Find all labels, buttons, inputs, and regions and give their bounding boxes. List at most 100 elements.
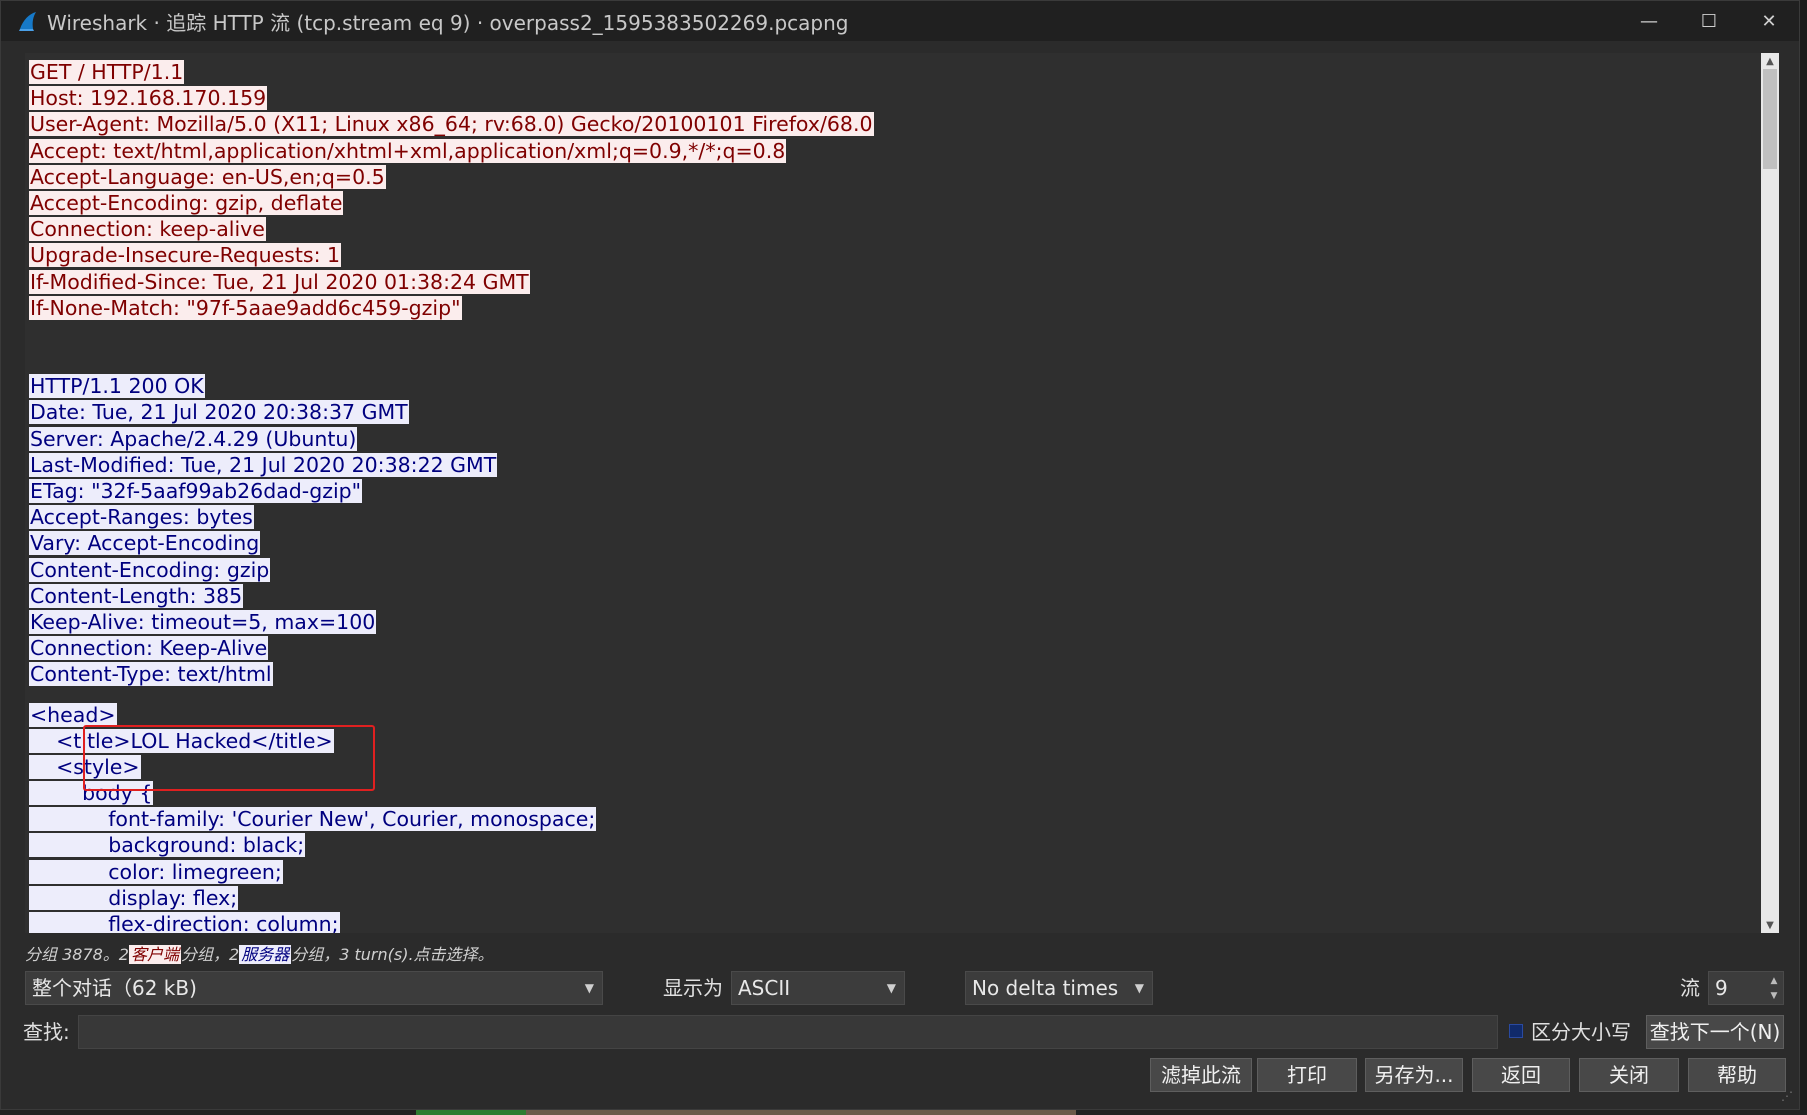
stream-line-text: Content-Encoding: gzip bbox=[29, 557, 271, 582]
stream-line[interactable]: background: black; bbox=[29, 832, 1765, 858]
stream-line[interactable]: If-None-Match: "97f-5aae9add6c459-gzip" bbox=[29, 295, 1765, 321]
stream-line[interactable]: Accept-Ranges: bytes bbox=[29, 504, 1765, 530]
minimize-icon[interactable]: — bbox=[1619, 1, 1679, 41]
delta-times-select-value: No delta times bbox=[972, 976, 1119, 1000]
conversation-select[interactable]: 整个对话（62 kB) ▼ bbox=[25, 971, 603, 1005]
save-as-button[interactable]: 另存为... bbox=[1365, 1058, 1463, 1092]
stream-line[interactable]: Keep-Alive: timeout=5, max=100 bbox=[29, 609, 1765, 635]
title-bar[interactable]: Wireshark · 追踪 HTTP 流 (tcp.stream eq 9) … bbox=[1, 1, 1799, 41]
packet-summary-status[interactable]: 分组 3878。2 客户端 分组，2 服务器 分组，3 turn(s).点击选择。 bbox=[25, 941, 494, 965]
stream-line[interactable]: Accept-Language: en-US,en;q=0.5 bbox=[29, 164, 1765, 190]
stream-line-text: Accept-Encoding: gzip, deflate bbox=[29, 190, 344, 215]
chevron-down-icon: ▼ bbox=[1134, 981, 1144, 995]
stream-number-spinbox[interactable]: 9 ▲ ▼ bbox=[1708, 971, 1784, 1005]
dialog-buttons-row: 滤掉此流 打印 另存为... 返回 关闭 帮助 bbox=[1, 1058, 1799, 1094]
help-button[interactable]: 帮助 bbox=[1688, 1058, 1786, 1092]
stream-label: 流 bbox=[1680, 976, 1700, 1000]
stream-line-text: Date: Tue, 21 Jul 2020 20:38:37 GMT bbox=[29, 400, 409, 425]
stream-content-area[interactable]: GET / HTTP/1.1 Host: 192.168.170.159 User-… bbox=[25, 53, 1765, 933]
show-as-label: 显示为 bbox=[663, 976, 723, 1000]
scrollbar-thumb[interactable] bbox=[1763, 69, 1777, 169]
stream-line[interactable]: GET / HTTP/1.1 bbox=[29, 59, 1765, 85]
stream-line-text: Connection: Keep-Alive bbox=[29, 636, 269, 661]
spin-down-icon[interactable]: ▼ bbox=[1767, 988, 1781, 1003]
stream-line-text: Host: 192.168.170.159 bbox=[29, 86, 268, 111]
stream-line[interactable]: HTTP/1.1 200 OK bbox=[29, 373, 1765, 399]
filter-out-stream-button[interactable]: 滤掉此流 bbox=[1150, 1058, 1252, 1092]
stream-line[interactable]: Content-Type: text/html bbox=[29, 661, 1765, 687]
stream-line[interactable]: Upgrade-Insecure-Requests: 1 bbox=[29, 242, 1765, 268]
background-strip bbox=[0, 1110, 1807, 1115]
options-row: 整个对话（62 kB) ▼ 显示为 ASCII ▼ No delta times… bbox=[1, 971, 1799, 1007]
stream-line[interactable]: display: flex; bbox=[29, 885, 1765, 911]
background-brown bbox=[526, 1110, 1076, 1115]
maximize-icon[interactable]: ☐ bbox=[1679, 1, 1739, 41]
case-sensitive-label: 区分大小写 bbox=[1531, 1020, 1631, 1044]
stream-line[interactable]: If-Modified-Since: Tue, 21 Jul 2020 01:3… bbox=[29, 269, 1765, 295]
client-chip: 客户端 bbox=[129, 945, 182, 964]
stream-line[interactable]: Server: Apache/2.4.29 (Ubuntu) bbox=[29, 426, 1765, 452]
stream-line-text: color: limegreen; bbox=[29, 859, 283, 884]
follow-stream-window: Wireshark · 追踪 HTTP 流 (tcp.stream eq 9) … bbox=[0, 0, 1800, 1110]
close-button[interactable]: 关闭 bbox=[1579, 1058, 1679, 1092]
find-label: 查找: bbox=[23, 1020, 70, 1044]
stream-line[interactable]: Host: 192.168.170.159 bbox=[29, 85, 1765, 111]
find-row: 查找: 区分大小写 查找下一个(N) bbox=[1, 1013, 1799, 1051]
find-next-button[interactable]: 查找下一个(N) bbox=[1646, 1015, 1784, 1049]
stream-line-text: Connection: keep-alive bbox=[29, 217, 266, 242]
close-icon[interactable]: ✕ bbox=[1739, 1, 1799, 41]
stream-line-text: Keep-Alive: timeout=5, max=100 bbox=[29, 609, 377, 634]
stream-line[interactable]: font-family: 'Courier New', Courier, mon… bbox=[29, 806, 1765, 832]
scroll-down-icon[interactable]: ▼ bbox=[1761, 917, 1779, 933]
stream-text[interactable]: GET / HTTP/1.1 Host: 192.168.170.159 User-… bbox=[25, 53, 1765, 933]
wireshark-fin-icon bbox=[19, 12, 36, 31]
chevron-down-icon: ▼ bbox=[886, 981, 896, 995]
stream-line[interactable]: flex-direction: column; bbox=[29, 911, 1765, 933]
stream-line[interactable]: Last-Modified: Tue, 21 Jul 2020 20:38:22… bbox=[29, 452, 1765, 478]
scroll-up-icon[interactable]: ▲ bbox=[1761, 53, 1779, 69]
stream-line-text: If-None-Match: "97f-5aae9add6c459-gzip" bbox=[29, 295, 462, 320]
stream-line-text: Accept-Ranges: bytes bbox=[29, 505, 254, 530]
vertical-scrollbar[interactable]: ▲ ▼ bbox=[1761, 53, 1779, 933]
stream-line-text: HTTP/1.1 200 OK bbox=[29, 374, 205, 399]
stream-line[interactable]: Accept: text/html,application/xhtml+xml,… bbox=[29, 138, 1765, 164]
stream-line-text: Vary: Accept-Encoding bbox=[29, 531, 261, 556]
stream-line[interactable]: Content-Encoding: gzip bbox=[29, 557, 1765, 583]
red-highlight-annotation bbox=[83, 725, 375, 791]
window-title: Wireshark · 追踪 HTTP 流 (tcp.stream eq 9) … bbox=[47, 10, 849, 35]
stream-line-text: Content-Length: 385 bbox=[29, 583, 244, 608]
stream-line[interactable]: Connection: keep-alive bbox=[29, 216, 1765, 242]
stream-line-text: GET / HTTP/1.1 bbox=[29, 60, 185, 84]
stream-line[interactable]: <head> bbox=[29, 702, 1765, 728]
stream-line[interactable]: Date: Tue, 21 Jul 2020 20:38:37 GMT bbox=[29, 399, 1765, 425]
stream-line-text: background: black; bbox=[29, 833, 306, 858]
chevron-down-icon: ▼ bbox=[584, 981, 594, 995]
show-as-select[interactable]: ASCII ▼ bbox=[731, 971, 905, 1005]
stream-line-text: ETag: "32f-5aaf99ab26dad-gzip" bbox=[29, 479, 363, 503]
case-sensitive-checkbox[interactable] bbox=[1509, 1024, 1523, 1038]
show-as-select-value: ASCII bbox=[738, 976, 791, 1000]
background-green bbox=[416, 1110, 526, 1115]
print-button[interactable]: 打印 bbox=[1257, 1058, 1357, 1092]
stream-line-text: Accept-Language: en-US,en;q=0.5 bbox=[29, 164, 386, 189]
stream-line[interactable]: color: limegreen; bbox=[29, 859, 1765, 885]
stream-line[interactable]: Accept-Encoding: gzip, deflate bbox=[29, 190, 1765, 216]
stream-line[interactable]: Content-Length: 385 bbox=[29, 583, 1765, 609]
find-input[interactable] bbox=[78, 1015, 1498, 1049]
stream-line-text: <head> bbox=[29, 702, 117, 727]
stream-line-text: display: flex; bbox=[29, 885, 239, 910]
delta-times-select[interactable]: No delta times ▼ bbox=[965, 971, 1153, 1005]
stream-line[interactable]: User-Agent: Mozilla/5.0 (X11; Linux x86_… bbox=[29, 111, 1765, 137]
back-button[interactable]: 返回 bbox=[1472, 1058, 1570, 1092]
stream-line-text: Upgrade-Insecure-Requests: 1 bbox=[29, 243, 342, 268]
stream-line-text: Content-Type: text/html bbox=[29, 662, 273, 687]
stream-line[interactable]: ETag: "32f-5aaf99ab26dad-gzip" bbox=[29, 478, 1765, 504]
stream-line[interactable]: Vary: Accept-Encoding bbox=[29, 530, 1765, 556]
stream-line-text: User-Agent: Mozilla/5.0 (X11; Linux x86_… bbox=[29, 112, 874, 137]
stream-line[interactable]: Connection: Keep-Alive bbox=[29, 635, 1765, 661]
stream-line-text: flex-direction: column; bbox=[29, 912, 340, 933]
stream-line-text: font-family: 'Courier New', Courier, mon… bbox=[29, 807, 597, 832]
resize-grip-icon[interactable]: ⋰ bbox=[1781, 1089, 1793, 1103]
